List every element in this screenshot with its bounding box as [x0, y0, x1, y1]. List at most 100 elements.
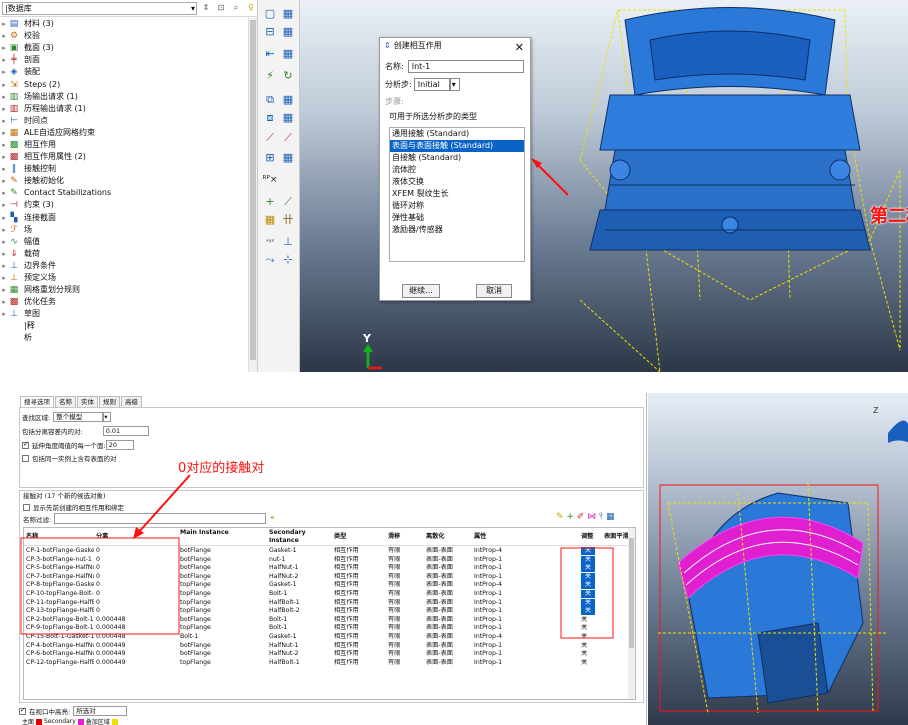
separation-input[interactable]: 0.01 [102, 426, 149, 436]
table-row[interactable]: CP-8-topFlange-Gaske 0 topFlange Gasket-1 相互… [24, 581, 630, 590]
tree-item[interactable]: ▸ ‖ 接触控制 [0, 163, 248, 175]
column-header[interactable]: 属性 [474, 533, 579, 541]
search-tab[interactable]: 规则 [99, 396, 120, 407]
tree-expander-icon[interactable]: ▸ [0, 187, 8, 199]
csys-sph-icon[interactable]: ⊹ [280, 252, 296, 268]
attachment-icon[interactable]: ⧉ [262, 92, 278, 108]
property-manager-icon[interactable]: ▦ [280, 24, 296, 40]
tree-expander-icon[interactable]: ▸ [0, 18, 8, 30]
expand-icon[interactable]: ⊡ [215, 2, 227, 14]
search-tab[interactable]: 名称 [55, 396, 76, 407]
adjust-toggle[interactable]: 关 [581, 607, 595, 616]
reference-point-icon[interactable]: ᴿᴾ× [262, 172, 278, 188]
adjust-toggle[interactable]: 关 [581, 555, 595, 564]
adjust-toggle[interactable]: 关 [581, 564, 595, 573]
table-row[interactable]: CP-3-botFlange-nut-1 0 botFlange nut-1 相互作用 有… [24, 555, 630, 565]
spin-icon[interactable]: ⇕ [200, 2, 212, 14]
tree-item[interactable]: ▸ ▦ ALE自适应网格约束 [0, 127, 248, 139]
interaction-type-item[interactable]: 表面与表面接触 (Standard) [390, 140, 524, 152]
tree-item[interactable]: ▸ ⊢ 时间点 [0, 115, 248, 127]
chevron-down-icon[interactable]: ▾ [449, 78, 460, 91]
tree-expander-icon[interactable]: ▸ [0, 115, 8, 127]
adjust-toggle[interactable]: 关 [581, 590, 595, 598]
tree-item[interactable]: ▸ ℱ 场 [0, 224, 248, 236]
search-tab[interactable]: 搜寻选项 [20, 396, 54, 407]
tree-expander-icon[interactable]: ▸ [0, 127, 8, 139]
tree-expander-icon[interactable]: ▸ [0, 151, 8, 163]
table-cell[interactable]: 关 [581, 616, 602, 625]
interaction-create-icon[interactable]: ▢ [262, 6, 278, 22]
extend-input[interactable]: 20 [105, 440, 134, 450]
table-row[interactable]: CP-13-topFlange-HalfB 0 topFlange HalfBolt-… [24, 607, 630, 616]
connector-icon[interactable]: ⚡ [262, 68, 278, 84]
tree-item[interactable]: ▸ ⊥ 边界条件 [0, 260, 248, 272]
split-icon[interactable]: ⫯ [599, 512, 603, 522]
attachment-manager-icon[interactable]: ▦ [280, 92, 296, 108]
table-row[interactable]: CP-4-botFlange-HalfNu 0.000449 botFlange Ha… [24, 642, 630, 651]
tree-item[interactable]: ▸ ▥ 场输出请求 (1) [0, 91, 248, 103]
tree-item[interactable]: ▸ ▩ 相互作用 [0, 139, 248, 151]
bulb-icon[interactable]: ♀ [245, 2, 257, 14]
column-header[interactable]: Secondary Instance [269, 529, 332, 545]
tree-expander-icon[interactable]: ▸ [0, 66, 8, 78]
plus-icon[interactable]: + [262, 194, 278, 210]
tree-expander-icon[interactable]: ▸ [0, 296, 8, 308]
adjust-toggle[interactable]: 关 [581, 598, 595, 607]
table-row[interactable]: CP-11-topFlange-HalfB 0 topFlange HalfBolt-… [24, 598, 630, 608]
section-assign-icon[interactable]: ⊞ [262, 150, 278, 166]
tree-item[interactable]: ▸ ⊣ 约束 (3) [0, 199, 248, 211]
pencil-icon[interactable]: ✐ [577, 512, 585, 522]
wire-icon[interactable]: ⟋ [262, 130, 278, 146]
close-icon[interactable]: ✕ [515, 40, 524, 56]
table-row[interactable]: CP-15-Bolt-1-Gasket-1 0.000448 Bolt-1 Gaske… [24, 633, 630, 642]
merge-icon[interactable]: ⋈ [587, 512, 596, 522]
adjust-toggle[interactable]: 关 [581, 572, 595, 581]
tree-item[interactable]: ▸ ⚙ 校验 [0, 30, 248, 42]
tree-item[interactable]: ▸ ⇓ 载荷 [0, 248, 248, 260]
table-cell[interactable]: 关 [581, 650, 602, 659]
datum-line-icon[interactable]: ⟋ [280, 194, 296, 210]
tree-item[interactable]: ▸ ∿ 幅值 [0, 236, 248, 248]
mesh-grid-icon[interactable]: ▦ [262, 212, 278, 228]
highlight-select[interactable]: 所选对 [73, 706, 128, 716]
csys-icon[interactable]: ˣʸᶻ [262, 234, 278, 250]
csys-cyl-icon[interactable]: ⤳ [262, 252, 278, 268]
property-create-icon[interactable]: ⊟ [262, 24, 278, 40]
tree-scrollbar[interactable] [248, 18, 257, 372]
tree-expander-icon[interactable]: ▸ [0, 139, 8, 151]
mesh-split-icon[interactable]: 卄 [280, 212, 296, 228]
tree-item[interactable]: ▸ ▤ 材料 (3) [0, 18, 248, 30]
tree-expander-icon[interactable]: ▸ [0, 103, 8, 115]
tree-expander-icon[interactable]: ▸ [0, 163, 8, 175]
interaction-type-item[interactable]: 流体腔 [390, 164, 524, 176]
interaction-type-item[interactable]: 通用接触 (Standard) [390, 128, 524, 140]
filter-apply-icon[interactable]: ⌖ [270, 513, 275, 523]
column-header[interactable]: 名称 [26, 533, 94, 541]
table-icon[interactable]: ▦ [606, 512, 615, 522]
column-header[interactable]: 表面平滑 [604, 533, 630, 541]
filter-icon[interactable]: ⌕ [230, 2, 242, 14]
tree-item[interactable]: ▸ ⇲ Steps (2) [0, 78, 248, 90]
continue-button[interactable]: 继续... [402, 284, 440, 298]
column-header[interactable]: Main Instance [180, 529, 267, 537]
name-filter-input[interactable] [54, 513, 266, 524]
tree-item[interactable]: ▸ ⊥ 预定义场 [0, 272, 248, 284]
table-row[interactable]: CP-5-botFlange-HalfNu 0 botFlange HalfNut-1… [24, 564, 630, 573]
tree-expander-icon[interactable]: ▸ [0, 212, 8, 224]
wire-manager-icon[interactable]: ⟋ [280, 130, 296, 146]
interaction-type-item[interactable]: 激励器/传感器 [390, 224, 524, 236]
tree-expander-icon[interactable]: ▸ [0, 42, 8, 54]
interaction-type-item[interactable]: 循环对称 [390, 200, 524, 212]
csys-axes-icon[interactable]: ⊥ [280, 234, 296, 250]
extend-checkbox[interactable] [22, 440, 29, 449]
table-row[interactable]: CP-1-botFlange-Gaske 0 botFlange Gasket-1 相互… [24, 547, 630, 556]
tree-expander-icon[interactable]: ▸ [0, 224, 8, 236]
interaction-manager-icon[interactable]: ▦ [280, 6, 296, 22]
table-cell[interactable]: 关 [581, 659, 602, 668]
interaction-type-item[interactable]: 液体交换 [390, 176, 524, 188]
table-row[interactable]: CP-12-topFlange-HalfB 0.000449 topFlange Ha… [24, 659, 630, 668]
tree-expander-icon[interactable]: ▸ [0, 260, 8, 272]
table-cell[interactable]: 关 [581, 642, 602, 651]
tree-item[interactable]: ▸ ▚ 连接截面 [0, 212, 248, 224]
table-row[interactable]: CP-7-botFlange-HalfNu 0 botFlange HalfNut-2… [24, 572, 630, 582]
